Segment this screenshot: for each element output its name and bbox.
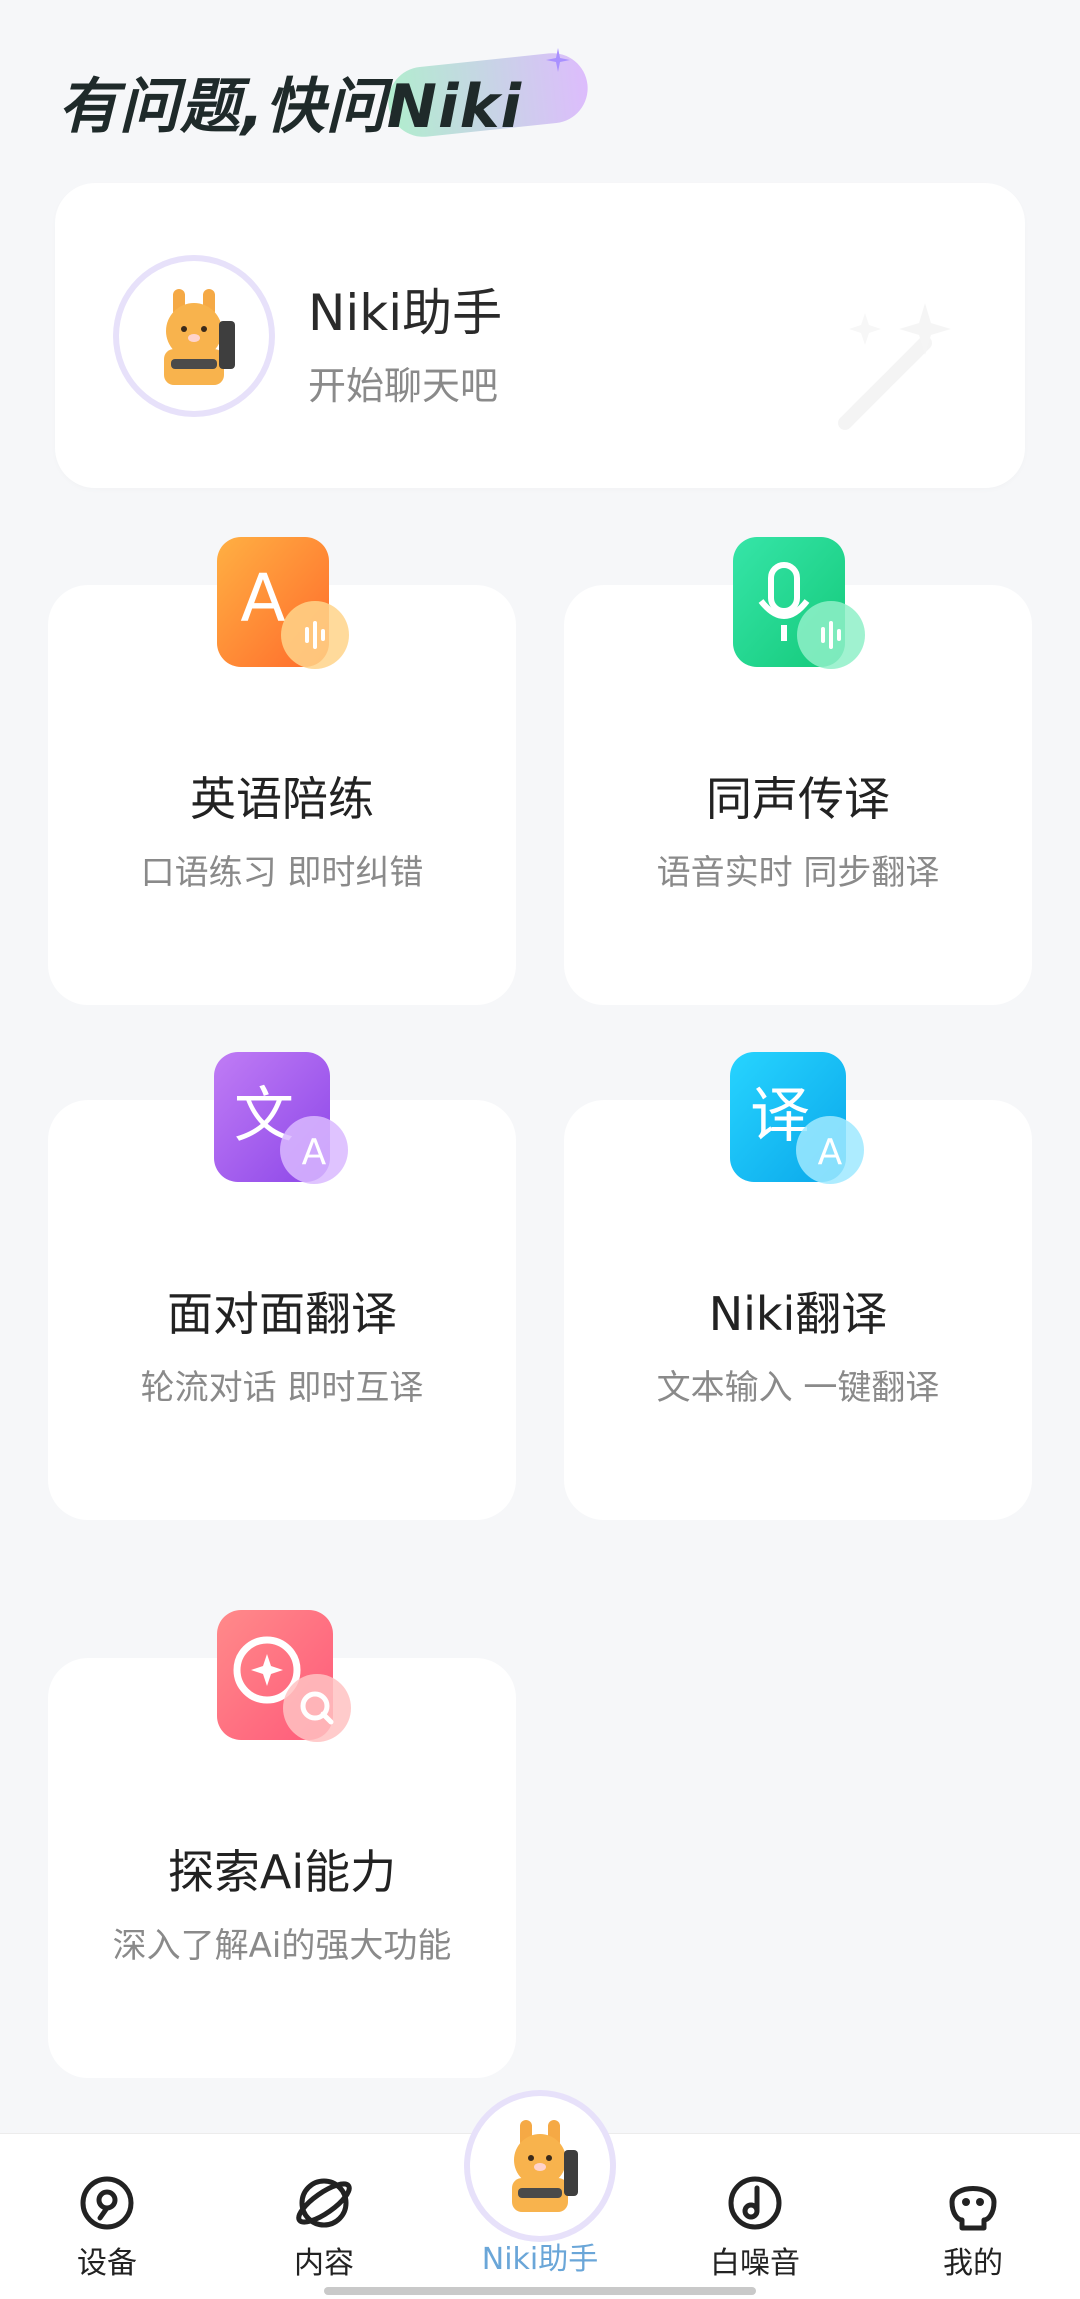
device-icon — [80, 2176, 134, 2230]
face-to-face-translation-icon: 文 A — [214, 1052, 348, 1184]
feature-title: 探索Ai能力 — [167, 1845, 397, 1899]
nav-label-active: Niki助手 — [481, 2242, 599, 2277]
magic-wand-icon — [838, 303, 951, 430]
page-title-brand: Niki — [386, 72, 523, 142]
svg-text:A: A — [302, 1132, 327, 1173]
simultaneous-interpretation-icon — [733, 537, 865, 669]
assistant-name: Niki助手 — [308, 284, 503, 342]
nav-content[interactable]: 内容 — [254, 2174, 394, 2284]
page-header: 有问题,快问Niki — [58, 48, 592, 148]
nav-profile[interactable]: 我的 — [903, 2174, 1043, 2284]
profile-icon — [949, 2186, 997, 2231]
page-title: 有问题,快问Niki — [58, 58, 522, 145]
nav-white-noise[interactable]: 白噪音 — [685, 2174, 825, 2284]
nav-device[interactable]: 设备 — [37, 2174, 177, 2284]
page: 有问题,快问Niki Niki助手 开始聊天吧 英语陪练 口语练习 即时纠错 A… — [0, 0, 1080, 2299]
feature-subtitle: 深入了解Ai的强大功能 — [112, 1926, 452, 1966]
niki-translation-icon: 译 A — [730, 1052, 864, 1184]
nav-niki-assistant[interactable] — [470, 2096, 610, 2236]
feature-title: 英语陪练 — [190, 772, 374, 826]
assistant-subtitle: 开始聊天吧 — [308, 364, 499, 408]
feature-title: 同声传译 — [706, 772, 890, 826]
feature-title: Niki翻译 — [708, 1287, 888, 1341]
nav-label: 内容 — [294, 2246, 354, 2281]
nav-label: 设备 — [77, 2246, 137, 2281]
feature-subtitle: 文本输入 一键翻译 — [656, 1368, 940, 1408]
svg-text:A: A — [818, 1132, 843, 1173]
home-indicator[interactable] — [324, 2287, 756, 2295]
nav-label: 白噪音 — [710, 2246, 800, 2281]
feature-subtitle: 语音实时 同步翻译 — [656, 853, 940, 893]
explore-ai-icon — [217, 1610, 351, 1742]
content-icon — [296, 2178, 352, 2228]
sparkle-icon — [546, 48, 570, 72]
page-title-text: 有问题,快问 — [58, 72, 387, 142]
svg-text:A: A — [240, 560, 285, 637]
feature-subtitle: 轮流对话 即时互译 — [140, 1368, 424, 1408]
niki-avatar-icon — [119, 261, 269, 411]
white-noise-icon — [728, 2176, 782, 2230]
english-practice-icon: A — [217, 537, 349, 669]
feature-subtitle: 口语练习 即时纠错 — [140, 853, 424, 893]
nav-label: 我的 — [943, 2246, 1003, 2281]
feature-title: 面对面翻译 — [167, 1287, 397, 1341]
assistant-card[interactable]: Niki助手 开始聊天吧 — [55, 183, 1025, 488]
